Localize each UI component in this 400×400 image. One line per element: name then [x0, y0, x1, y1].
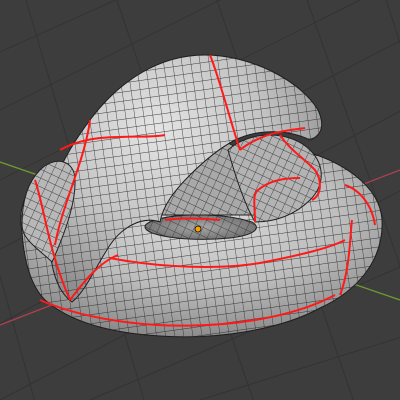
object-origin-icon[interactable]: [194, 225, 202, 233]
3d-viewport[interactable]: [0, 0, 400, 400]
mesh-object[interactable]: [20, 54, 383, 338]
